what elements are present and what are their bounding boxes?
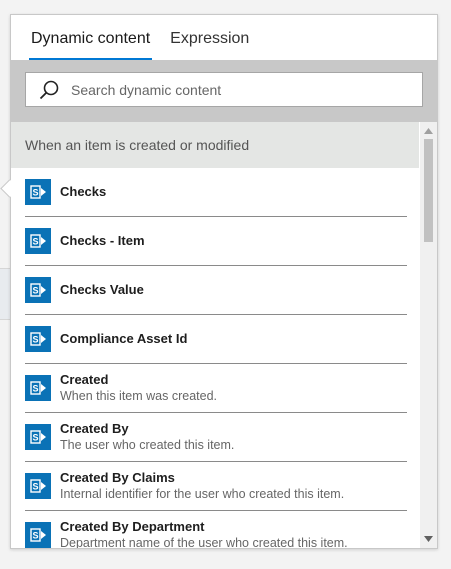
svg-text:S: S	[32, 482, 38, 492]
search-area: Search dynamic content	[11, 60, 437, 122]
svg-text:S: S	[32, 531, 38, 541]
tab-bar: Dynamic content Expression	[11, 15, 437, 60]
content-list-area: When an item is created or modified S Che…	[11, 122, 437, 548]
svg-text:S: S	[32, 433, 38, 443]
list-item-name: Checks Value	[60, 282, 144, 297]
list-item-text: Checks	[60, 184, 106, 200]
sharepoint-icon: S	[25, 228, 51, 254]
sharepoint-icon: S	[25, 424, 51, 450]
svg-text:S: S	[32, 286, 38, 296]
svg-text:S: S	[32, 237, 38, 247]
list-item-name: Checks	[60, 184, 107, 199]
list-item-text: Created When this item was created.	[60, 372, 217, 404]
list-item[interactable]: S Checks - Item	[25, 217, 407, 266]
list-item-name: Created	[60, 372, 109, 387]
list-item-name: Created By Department	[60, 519, 205, 534]
search-icon	[38, 79, 60, 101]
dynamic-content-panel: Dynamic content Expression Search dynami…	[10, 14, 438, 549]
list-item-text: Created By Department Department name of …	[60, 519, 348, 549]
sharepoint-icon: S	[25, 375, 51, 401]
sharepoint-icon: S	[25, 179, 51, 205]
list-item-text: Checks - Item	[60, 233, 145, 249]
list-item-text: Created By Claims Internal identifier for…	[60, 470, 344, 502]
list-item-text: Checks Value	[60, 282, 144, 298]
list-item-name: Checks - Item	[60, 233, 145, 248]
list-item-text: Created By The user who created this item…	[60, 421, 234, 453]
list-item[interactable]: S Created By Department Department name of…	[25, 511, 407, 549]
list-item[interactable]: S Created By The user who created this ite…	[25, 413, 407, 462]
list-item-description: Internal identifier for the user who cre…	[60, 487, 345, 501]
svg-text:S: S	[32, 335, 38, 345]
tab-expression[interactable]: Expression	[160, 16, 259, 60]
list-item-name: Compliance Asset Id	[60, 331, 188, 346]
sharepoint-icon: S	[25, 326, 51, 352]
scroll-up-arrow-icon[interactable]	[420, 124, 437, 138]
list-item-description: When this item was created.	[60, 389, 218, 403]
list-item[interactable]: S Checks	[25, 168, 407, 217]
sharepoint-icon: S	[25, 473, 51, 499]
group-header: When an item is created or modified	[11, 122, 419, 168]
list-item[interactable]: S Compliance Asset Id	[25, 315, 407, 364]
background-card-edge	[0, 268, 10, 320]
search-placeholder: Search dynamic content	[71, 81, 222, 98]
search-input[interactable]: Search dynamic content	[25, 72, 423, 107]
list-item[interactable]: S Created When this item was created.	[25, 364, 407, 413]
list-item-text: Compliance Asset Id	[60, 331, 187, 347]
scrollbar-thumb[interactable]	[424, 139, 433, 242]
list-item[interactable]: S Created By Claims Internal identifier fo…	[25, 462, 407, 511]
scrollbar[interactable]	[420, 122, 437, 548]
sharepoint-icon: S	[25, 277, 51, 303]
svg-text:S: S	[32, 188, 38, 198]
sharepoint-icon: S	[25, 522, 51, 548]
list-item-description: The user who created this item.	[60, 438, 235, 452]
list-item-name: Created By	[60, 421, 129, 436]
tab-dynamic-content[interactable]: Dynamic content	[21, 16, 160, 60]
svg-text:S: S	[32, 384, 38, 394]
list-item[interactable]: S Checks Value	[25, 266, 407, 315]
scroll-down-arrow-icon[interactable]	[420, 532, 437, 546]
dynamic-content-list: S Checks S Checks - Item S Checks Value S Compl…	[11, 168, 419, 549]
list-item-description: Department name of the user who created …	[60, 536, 348, 549]
list-item-name: Created By Claims	[60, 470, 175, 485]
